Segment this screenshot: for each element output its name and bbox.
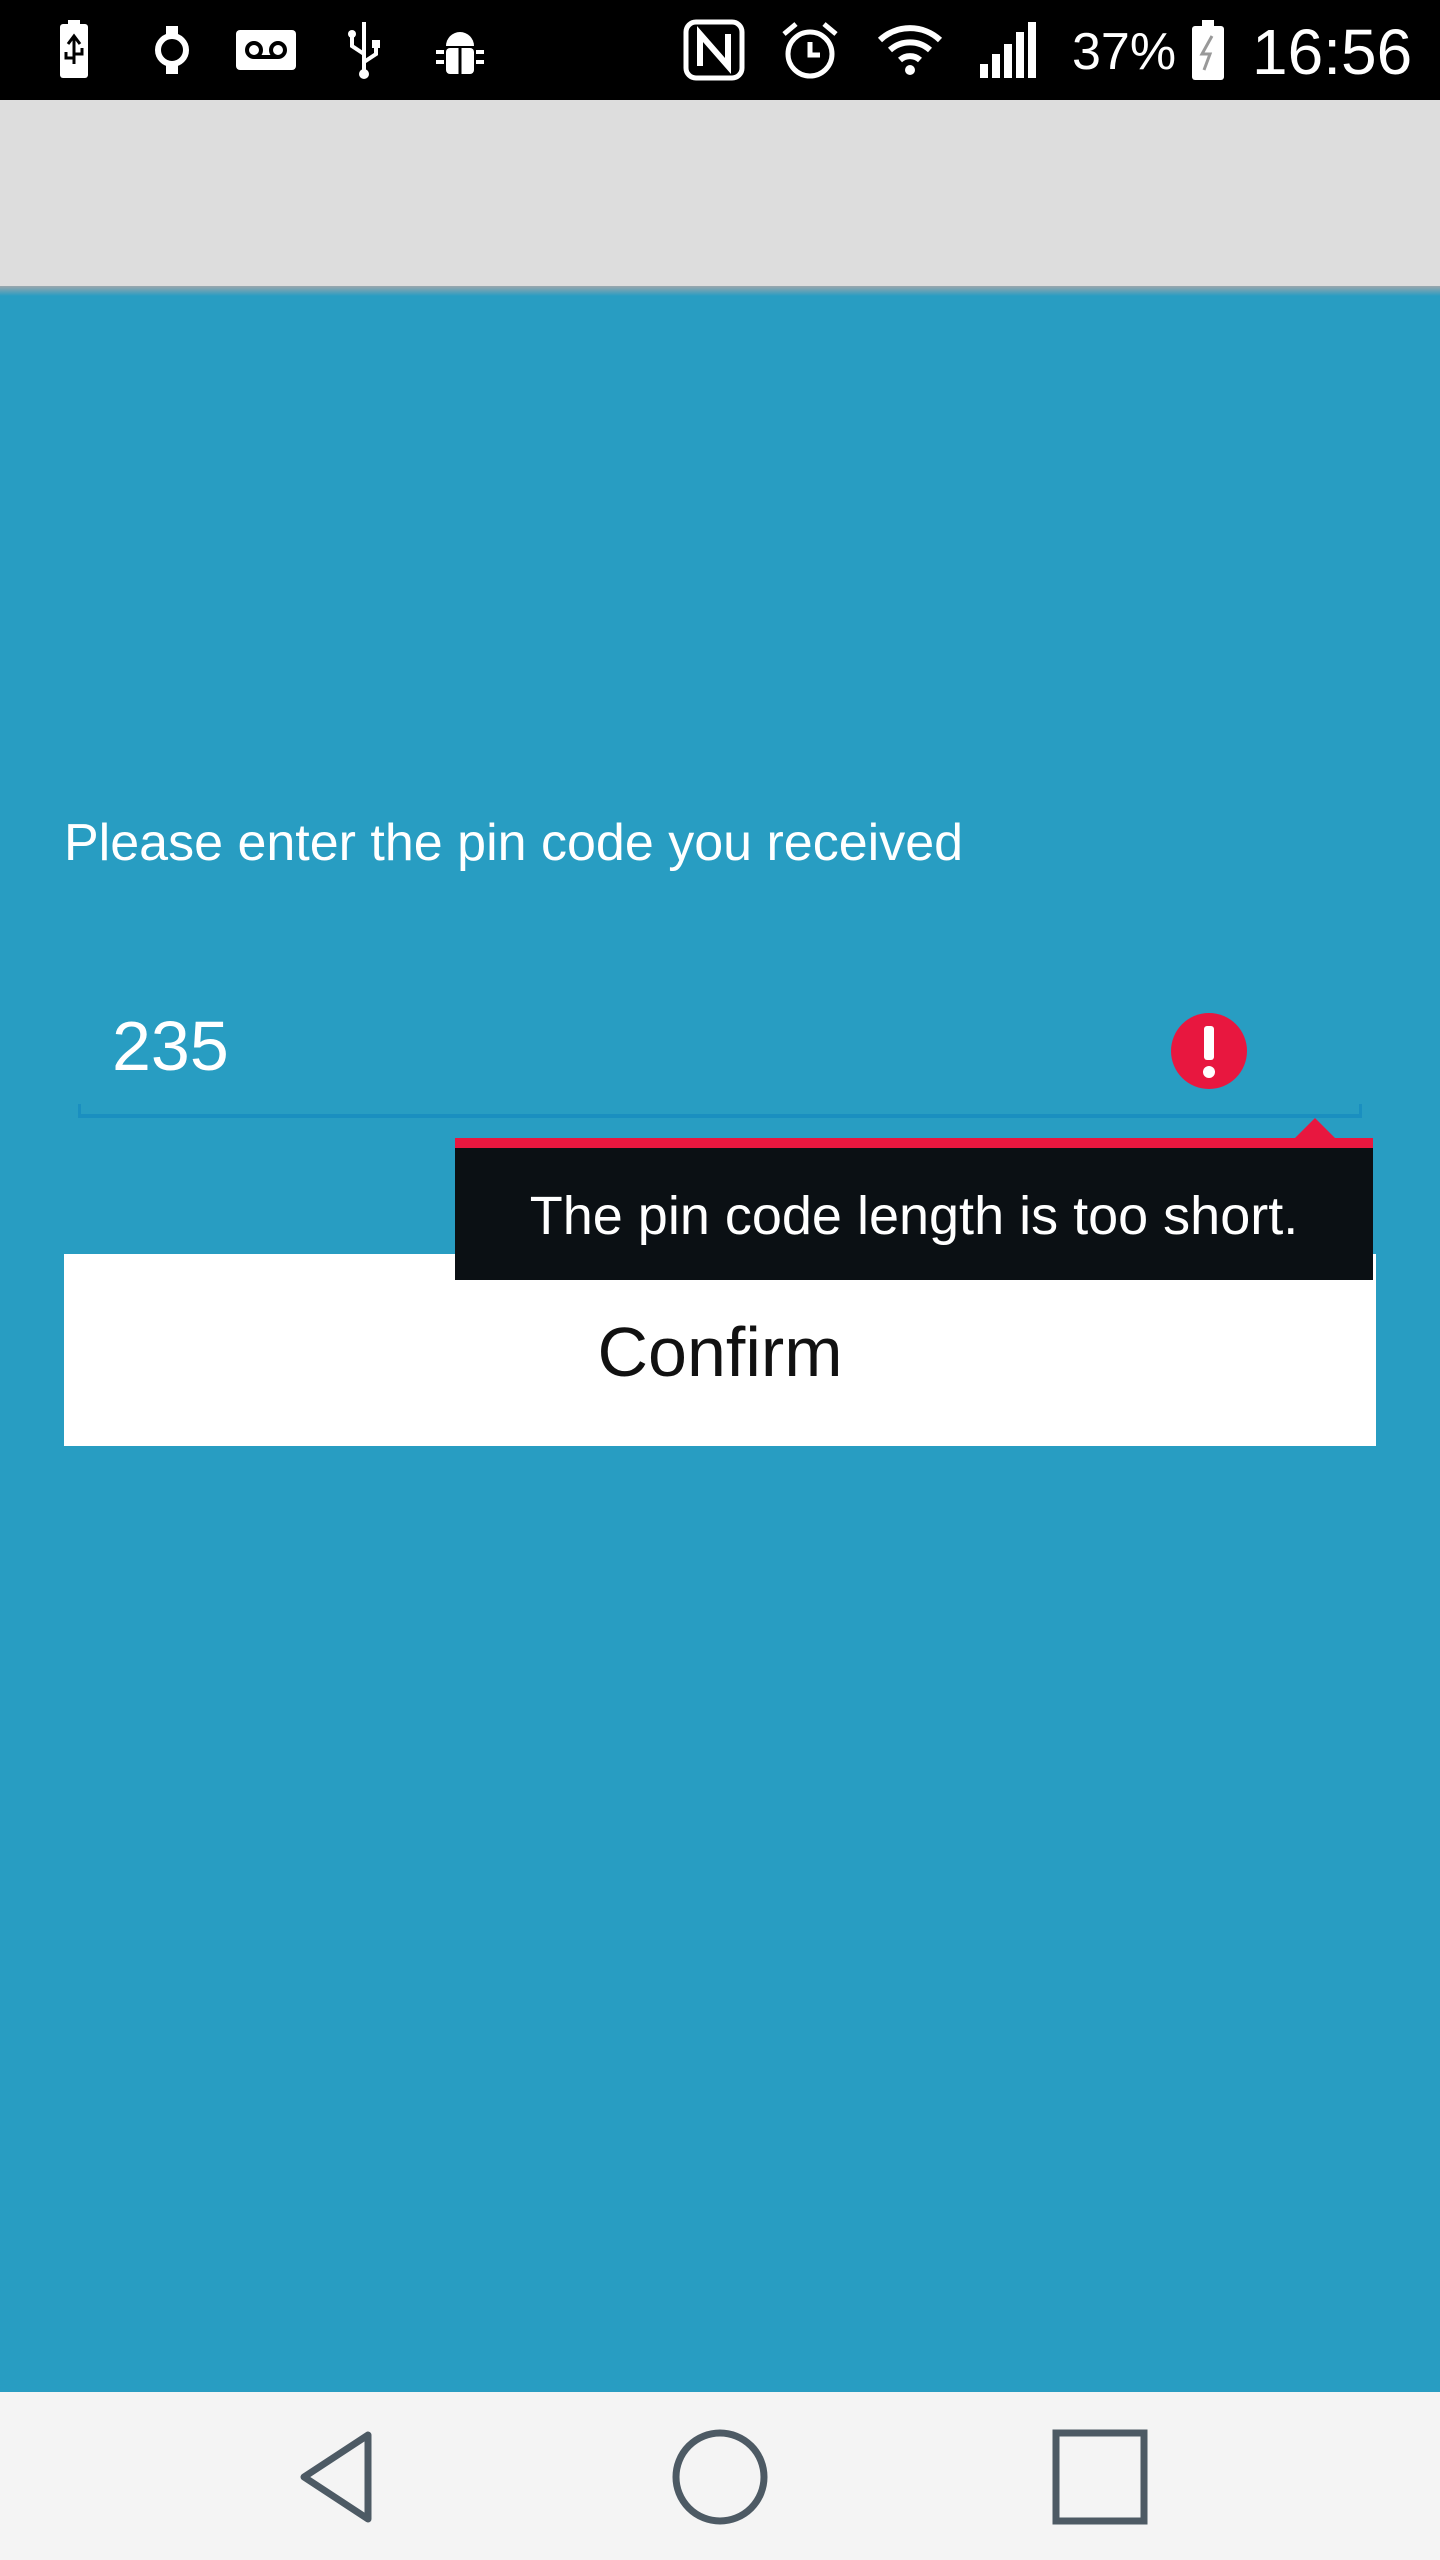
recents-button[interactable] [1040, 2422, 1160, 2532]
error-tooltip-arrow [1293, 1118, 1337, 1140]
error-message: The pin code length is too short. [529, 1186, 1299, 1246]
confirm-button[interactable]: Confirm [64, 1254, 1376, 1446]
navigation-bar [0, 2392, 1440, 2560]
cell-signal-icon [976, 18, 1040, 82]
usb-icon [332, 18, 396, 82]
home-icon [672, 2429, 768, 2525]
back-button[interactable] [280, 2422, 400, 2532]
pin-prompt: Please enter the pin code you received [64, 814, 964, 872]
app-bar-shadow [0, 286, 1440, 296]
android-debug-icon [428, 18, 492, 82]
nfc-icon [682, 18, 746, 82]
voicemail-icon [234, 18, 298, 82]
confirm-button-label: Confirm [597, 1313, 843, 1391]
back-icon [300, 2431, 372, 2523]
pin-input-value[interactable]: 235 [112, 1006, 229, 1086]
battery-charging-icon [42, 18, 106, 82]
error-tooltip-bar [455, 1138, 1373, 1148]
recents-icon [1052, 2429, 1148, 2525]
wifi-icon [878, 18, 942, 82]
app-bar [0, 100, 1440, 286]
status-bar: 37% 16:56 [0, 0, 1440, 100]
battery-icon [1176, 18, 1240, 82]
error-tooltip: The pin code length is too short. [455, 1118, 1373, 1280]
error-icon[interactable] [1170, 1012, 1248, 1090]
home-button[interactable] [660, 2422, 780, 2532]
battery-percent: 37% [1072, 23, 1177, 81]
pin-input-underline [78, 1104, 1362, 1118]
clock: 16:56 [1252, 16, 1413, 88]
alarm-icon [778, 18, 842, 82]
smartwatch-icon [140, 18, 204, 82]
